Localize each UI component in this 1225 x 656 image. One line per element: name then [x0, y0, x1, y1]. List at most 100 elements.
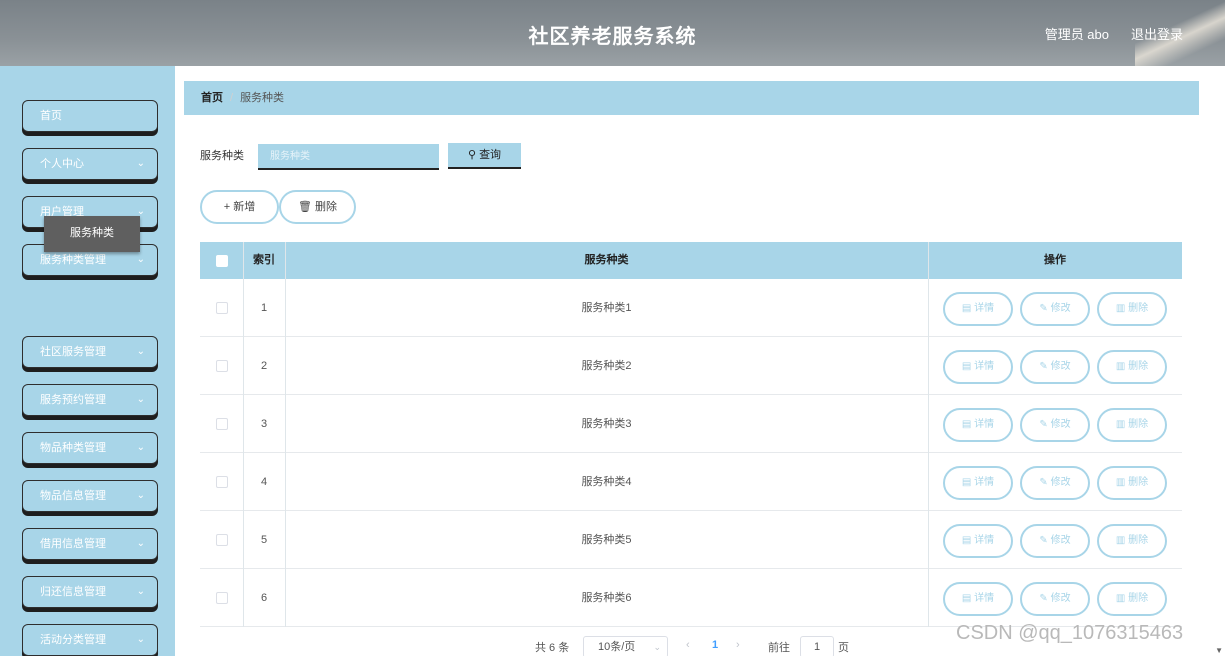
- search-button[interactable]: ⚲ 查询: [448, 143, 521, 169]
- edit-button[interactable]: ✎ 修改: [1020, 292, 1090, 326]
- prev-page-button[interactable]: ‹: [686, 639, 690, 651]
- watermark: CSDN @qq_1076315463: [956, 622, 1184, 644]
- detail-button-label: 详情: [974, 361, 995, 372]
- trash-icon: 🗑︎: [297, 201, 312, 213]
- sidebar-item-label: 借用信息管理: [40, 538, 106, 550]
- chevron-down-icon: ⌄: [653, 642, 661, 652]
- sidebar-item-label: 社区服务管理: [40, 346, 106, 358]
- sidebar-item-8[interactable]: 借用信息管理 ⌄: [22, 528, 158, 560]
- sidebar-item-6[interactable]: 物品种类管理 ⌄: [22, 432, 158, 464]
- detail-button-label: 详情: [974, 303, 995, 314]
- cell-index: 3: [260, 418, 268, 430]
- search-button-label: 查询: [479, 149, 502, 161]
- document-icon: ▤: [961, 361, 975, 372]
- pencil-icon: ✎: [1039, 419, 1051, 430]
- edit-button[interactable]: ✎ 修改: [1020, 350, 1090, 384]
- row-checkbox[interactable]: [216, 418, 228, 430]
- edit-button[interactable]: ✎ 修改: [1020, 582, 1090, 616]
- edit-button[interactable]: ✎ 修改: [1020, 466, 1090, 500]
- trash-icon: ▥: [1115, 361, 1129, 372]
- edit-button-label: 修改: [1050, 303, 1071, 314]
- add-button[interactable]: + 新增: [200, 190, 279, 224]
- detail-button[interactable]: ▤ 详情: [943, 408, 1013, 442]
- pencil-icon: ✎: [1039, 303, 1051, 314]
- sidebar-item-label: 活动分类管理: [40, 634, 106, 646]
- chevron-down-icon: ⌄: [136, 586, 145, 597]
- pencil-icon: ✎: [1039, 593, 1051, 604]
- delete-button-label: 删除: [1128, 361, 1149, 372]
- breadcrumb: 首页 / 服务种类: [184, 81, 1199, 115]
- delete-button[interactable]: ▥ 删除: [1097, 466, 1167, 500]
- edit-button[interactable]: ✎ 修改: [1020, 524, 1090, 558]
- cell-index: 5: [260, 534, 268, 546]
- sidebar-item-4[interactable]: 社区服务管理 ⌄: [22, 336, 158, 368]
- scroll-down-arrow[interactable]: ▼: [1215, 646, 1223, 655]
- search-input[interactable]: [258, 144, 439, 170]
- trash-icon: ▥: [1115, 535, 1129, 546]
- sidebar-item-label: 归还信息管理: [40, 586, 106, 598]
- cell-category: 服务种类2: [581, 360, 632, 372]
- edit-button-label: 修改: [1050, 535, 1071, 546]
- next-page-button[interactable]: ›: [736, 639, 740, 651]
- detail-button[interactable]: ▤ 详情: [943, 524, 1013, 558]
- admin-username: 管理员 abo: [1044, 27, 1109, 42]
- system-title: 社区养老服务系统: [528, 26, 697, 48]
- cell-index: 6: [260, 592, 268, 604]
- sidebar-item-7[interactable]: 物品信息管理 ⌄: [22, 480, 158, 512]
- detail-button[interactable]: ▤ 详情: [943, 350, 1013, 384]
- submenu-item-service-category[interactable]: 服务种类: [44, 216, 140, 252]
- row-checkbox[interactable]: [216, 592, 228, 604]
- sidebar-item-label: 首页: [40, 110, 62, 122]
- row-checkbox[interactable]: [216, 476, 228, 488]
- delete-button[interactable]: ▥ 删除: [1097, 408, 1167, 442]
- edit-button-label: 修改: [1050, 419, 1071, 430]
- sidebar-item-0[interactable]: 首页: [22, 100, 158, 132]
- edit-button-label: 修改: [1050, 477, 1071, 488]
- delete-button[interactable]: ▥ 删除: [1097, 292, 1167, 326]
- table-row: 3 服务种类3 ▤ 详情 ✎ 修改 ▥ 删除: [200, 395, 1182, 453]
- plus-icon: +: [223, 201, 231, 213]
- delete-button[interactable]: ▥ 删除: [1097, 524, 1167, 558]
- delete-button[interactable]: ▥ 删除: [1097, 582, 1167, 616]
- logout-link[interactable]: 退出登录: [1131, 24, 1183, 43]
- breadcrumb-home[interactable]: 首页: [201, 92, 223, 104]
- page-number-current[interactable]: 1: [712, 639, 718, 651]
- edit-button[interactable]: ✎ 修改: [1020, 408, 1090, 442]
- table-row: 1 服务种类1 ▤ 详情 ✎ 修改 ▥ 删除: [200, 279, 1182, 337]
- detail-button-label: 详情: [974, 535, 995, 546]
- document-icon: ▤: [961, 535, 975, 546]
- detail-button[interactable]: ▤ 详情: [943, 292, 1013, 326]
- detail-button[interactable]: ▤ 详情: [943, 582, 1013, 616]
- sidebar-item-1[interactable]: 个人中心 ⌄: [22, 148, 158, 180]
- row-checkbox[interactable]: [216, 360, 228, 372]
- cell-index: 2: [260, 360, 268, 372]
- sidebar-item-label: 物品种类管理: [40, 442, 106, 454]
- page-size-select[interactable]: 10条/页 ⌄: [583, 636, 668, 656]
- detail-button[interactable]: ▤ 详情: [943, 466, 1013, 500]
- edit-button-label: 修改: [1050, 361, 1071, 372]
- chevron-down-icon: ⌄: [136, 538, 145, 549]
- sidebar-item-label: 物品信息管理: [40, 490, 106, 502]
- delete-button-label: 删除: [1128, 535, 1149, 546]
- cell-category: 服务种类5: [581, 534, 632, 546]
- page-size-value: 10条/页: [598, 641, 636, 653]
- batch-delete-label: 删除: [315, 201, 338, 213]
- page-suffix: 页: [838, 642, 849, 654]
- add-button-label: 新增: [233, 201, 256, 213]
- chevron-down-icon: ⌄: [136, 394, 145, 405]
- goto-page-input[interactable]: [800, 636, 834, 656]
- sidebar-item-5[interactable]: 服务预约管理 ⌄: [22, 384, 158, 416]
- trash-icon: ▥: [1115, 303, 1129, 314]
- chevron-down-icon: ⌄: [136, 634, 145, 645]
- goto-label: 前往: [768, 642, 790, 654]
- sidebar-item-10[interactable]: 活动分类管理 ⌄: [22, 624, 158, 656]
- detail-button-label: 详情: [974, 477, 995, 488]
- select-all-checkbox[interactable]: [216, 255, 228, 267]
- row-checkbox[interactable]: [216, 534, 228, 546]
- delete-button[interactable]: ▥ 删除: [1097, 350, 1167, 384]
- batch-delete-button[interactable]: 🗑︎ 删除: [279, 190, 356, 224]
- row-checkbox[interactable]: [216, 302, 228, 314]
- document-icon: ▤: [961, 593, 975, 604]
- sidebar-item-9[interactable]: 归还信息管理 ⌄: [22, 576, 158, 608]
- cell-index: 4: [260, 476, 268, 488]
